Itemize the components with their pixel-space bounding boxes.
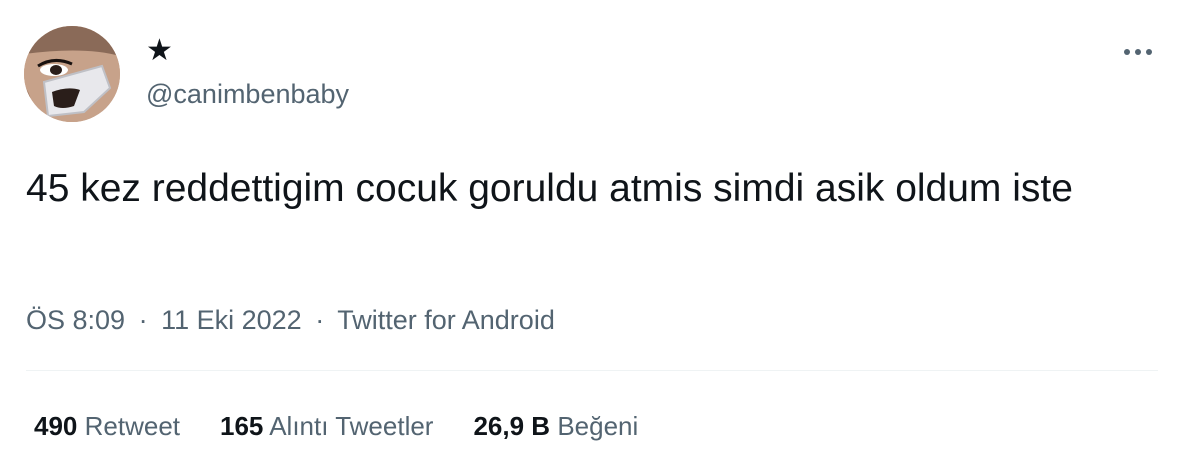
- more-horizontal-icon: [1124, 49, 1130, 55]
- likes-count: 26,9 B: [473, 411, 551, 441]
- tweet-meta: ÖS 8:09 · 11 Eki 2022 · Twitter for Andr…: [26, 302, 555, 338]
- meta-separator: ·: [315, 305, 325, 335]
- display-name[interactable]: ★: [146, 34, 173, 68]
- tweet-text: 45 kez reddettigim cocuk goruldu atmis s…: [26, 167, 1073, 210]
- avatar[interactable]: [24, 26, 120, 122]
- meta-separator: ·: [138, 305, 148, 335]
- quotes-stat[interactable]: 165 Alıntı Tweetler: [220, 408, 433, 444]
- retweets-label: Retweet: [84, 411, 181, 441]
- more-horizontal-icon: [1135, 49, 1141, 55]
- tweet-stats: 490 Retweet 165 Alıntı Tweetler 26,9 B B…: [34, 408, 638, 444]
- tweet-date[interactable]: 11 Eki 2022: [161, 305, 302, 335]
- divider: [26, 370, 1158, 371]
- quotes-label: Alıntı Tweetler: [269, 411, 434, 441]
- tweet-time[interactable]: ÖS 8:09: [26, 305, 125, 335]
- tweet-source[interactable]: Twitter for Android: [337, 305, 555, 335]
- avatar-image: [24, 26, 120, 122]
- retweets-count: 490: [34, 411, 78, 441]
- user-handle[interactable]: @canimbenbaby: [146, 78, 349, 110]
- more-horizontal-icon: [1146, 49, 1152, 55]
- retweets-stat[interactable]: 490 Retweet: [34, 408, 180, 444]
- more-options-button[interactable]: [1118, 34, 1158, 70]
- likes-stat[interactable]: 26,9 B Beğeni: [473, 408, 638, 444]
- likes-label: Beğeni: [557, 411, 639, 441]
- quotes-count: 165: [220, 411, 264, 441]
